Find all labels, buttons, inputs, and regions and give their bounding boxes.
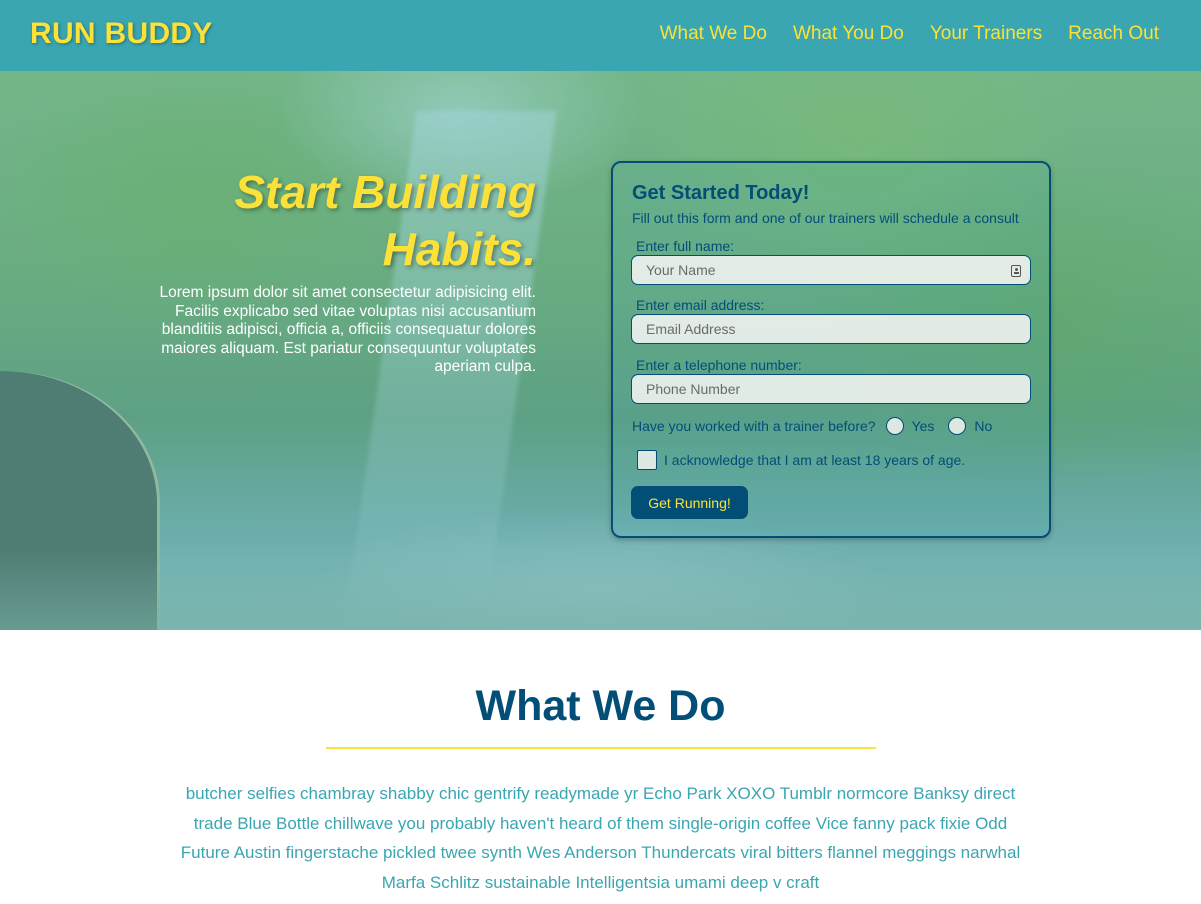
- name-input[interactable]: [631, 255, 1031, 285]
- nav-link-what-you-do[interactable]: What You Do: [793, 22, 904, 46]
- nav-link-your-trainers[interactable]: Your Trainers: [930, 22, 1042, 46]
- trainer-question-label: Have you worked with a trainer before?: [632, 418, 876, 434]
- trainer-yes-radio[interactable]: [885, 417, 904, 435]
- site-header: RUN BUDDY What We Do What You Do Your Tr…: [0, 0, 1201, 71]
- site-logo[interactable]: RUN BUDDY: [30, 16, 213, 52]
- hero-background-ground: [0, 550, 1201, 630]
- trainer-no-radio[interactable]: [948, 417, 967, 435]
- age-acknowledge-row: I acknowledge that I am at least 18 year…: [637, 450, 965, 470]
- what-we-do-text: butcher selfies chambray shabby chic gen…: [180, 784, 1021, 892]
- trainer-no-label: No: [974, 418, 993, 434]
- what-we-do-title: What We Do: [475, 682, 726, 730]
- hero-cta: Start Building Habits. Lorem ipsum dolor…: [150, 164, 536, 377]
- nav-link-reach-out[interactable]: Reach Out: [1068, 22, 1159, 46]
- phone-input[interactable]: [631, 374, 1031, 404]
- hero-title: Start Building Habits.: [150, 164, 536, 278]
- trainer-question-row: Have you worked with a trainer before? Y…: [632, 417, 992, 435]
- email-input[interactable]: [631, 314, 1031, 344]
- hero-section: Start Building Habits. Lorem ipsum dolor…: [0, 71, 1201, 630]
- nav-link-what-we-do[interactable]: What We Do: [660, 22, 767, 46]
- trainer-yes-label: Yes: [911, 418, 935, 434]
- age-acknowledge-label: I acknowledge that I am at least 18 year…: [664, 452, 966, 468]
- section-divider: [326, 747, 876, 749]
- name-label: Enter full name:: [636, 238, 735, 254]
- email-label: Enter email address:: [636, 297, 765, 313]
- hero-text: Lorem ipsum dolor sit amet consectetur a…: [159, 284, 536, 375]
- main-nav: What We Do What You Do Your Trainers Rea…: [660, 22, 1159, 46]
- signup-form: Get Started Today! Fill out this form an…: [611, 161, 1051, 538]
- phone-label: Enter a telephone number:: [636, 357, 802, 373]
- age-acknowledge-checkbox[interactable]: [637, 450, 657, 470]
- form-title: Get Started Today!: [632, 182, 810, 204]
- what-we-do-section: What We Do butcher selfies chambray shab…: [0, 630, 1201, 904]
- get-running-button[interactable]: Get Running!: [631, 486, 748, 519]
- hero-title-line-1: Start Building: [234, 166, 536, 218]
- form-subtitle: Fill out this form and one of our traine…: [632, 210, 1019, 226]
- hero-title-line-2: Habits.: [382, 223, 536, 275]
- contact-card-icon[interactable]: [1011, 265, 1021, 277]
